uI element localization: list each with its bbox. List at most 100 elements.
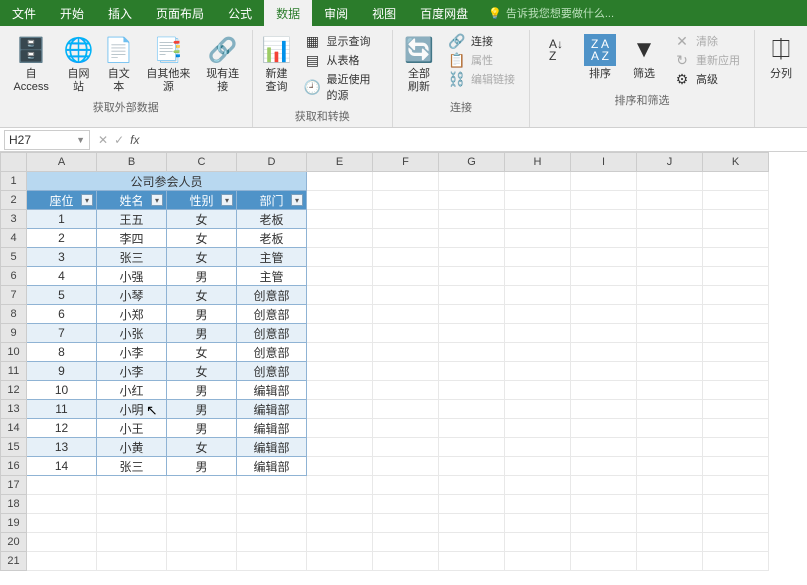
empty-cell[interactable] bbox=[307, 476, 373, 495]
connections-button[interactable]: 🔗 连接 bbox=[443, 32, 523, 50]
table-cell[interactable]: 女 bbox=[167, 438, 237, 457]
row-header-21[interactable]: 21 bbox=[1, 552, 27, 571]
table-cell[interactable]: 男 bbox=[167, 381, 237, 400]
table-cell[interactable]: 小明 bbox=[97, 400, 167, 419]
empty-cell[interactable] bbox=[505, 533, 571, 552]
row-header-7[interactable]: 7 bbox=[1, 286, 27, 305]
row-header-5[interactable]: 5 bbox=[1, 248, 27, 267]
from-web-button[interactable]: 🌐 自网站 bbox=[60, 32, 96, 95]
chevron-down-icon[interactable]: ▼ bbox=[76, 135, 85, 145]
name-box[interactable]: H27 ▼ bbox=[4, 130, 90, 150]
menu-review[interactable]: 审阅 bbox=[312, 0, 360, 26]
table-cell[interactable]: 小张 bbox=[97, 324, 167, 343]
table-cell[interactable]: 男 bbox=[167, 267, 237, 286]
sort-az-button[interactable]: A↓Z bbox=[536, 32, 576, 68]
from-other-button[interactable]: 📑 自其他来源 bbox=[141, 32, 196, 95]
col-header-C[interactable]: C bbox=[167, 153, 237, 172]
table-cell[interactable]: 9 bbox=[27, 362, 97, 381]
empty-cell[interactable] bbox=[637, 495, 703, 514]
table-cell[interactable]: 创意部 bbox=[237, 305, 307, 324]
select-all-corner[interactable] bbox=[1, 153, 27, 172]
empty-cell[interactable] bbox=[97, 552, 167, 571]
table-cell[interactable]: 创意部 bbox=[237, 324, 307, 343]
col-header-G[interactable]: G bbox=[439, 153, 505, 172]
empty-cell[interactable] bbox=[571, 552, 637, 571]
table-cell[interactable]: 创意部 bbox=[237, 362, 307, 381]
row-header-10[interactable]: 10 bbox=[1, 343, 27, 362]
table-cell[interactable]: 14 bbox=[27, 457, 97, 476]
table-cell[interactable]: 女 bbox=[167, 210, 237, 229]
col-header-D[interactable]: D bbox=[237, 153, 307, 172]
empty-cell[interactable] bbox=[373, 495, 439, 514]
table-cell[interactable]: 小王 bbox=[97, 419, 167, 438]
row-header-19[interactable]: 19 bbox=[1, 514, 27, 533]
table-cell[interactable]: 女 bbox=[167, 286, 237, 305]
table-cell[interactable]: 小红 bbox=[97, 381, 167, 400]
table-cell[interactable]: 8 bbox=[27, 343, 97, 362]
table-cell[interactable]: 6 bbox=[27, 305, 97, 324]
filter-arrow-icon[interactable]: ▾ bbox=[151, 194, 163, 206]
filter-arrow-icon[interactable]: ▾ bbox=[221, 194, 233, 206]
row-header-14[interactable]: 14 bbox=[1, 419, 27, 438]
spreadsheet-grid[interactable]: ABCDEFGHIJK1公司参会人员2座位▾姓名▾性别▾部门▾31王五女老板42… bbox=[0, 152, 807, 571]
empty-cell[interactable] bbox=[307, 533, 373, 552]
table-cell[interactable]: 13 bbox=[27, 438, 97, 457]
empty-cell[interactable] bbox=[27, 476, 97, 495]
menu-layout[interactable]: 页面布局 bbox=[144, 0, 216, 26]
menu-formulas[interactable]: 公式 bbox=[216, 0, 264, 26]
empty-cell[interactable] bbox=[505, 476, 571, 495]
empty-cell[interactable] bbox=[307, 514, 373, 533]
advanced-filter-button[interactable]: ⚙ 高级 bbox=[668, 70, 748, 88]
table-cell[interactable]: 编辑部 bbox=[237, 381, 307, 400]
table-cell[interactable]: 编辑部 bbox=[237, 400, 307, 419]
table-cell[interactable]: 女 bbox=[167, 248, 237, 267]
from-table-button[interactable]: ▤ 从表格 bbox=[299, 51, 387, 69]
empty-cell[interactable] bbox=[167, 552, 237, 571]
empty-cell[interactable] bbox=[167, 533, 237, 552]
row-header-16[interactable]: 16 bbox=[1, 457, 27, 476]
empty-cell[interactable] bbox=[439, 514, 505, 533]
formula-input[interactable] bbox=[147, 130, 807, 150]
empty-cell[interactable] bbox=[27, 495, 97, 514]
table-cell[interactable]: 7 bbox=[27, 324, 97, 343]
empty-cell[interactable] bbox=[97, 514, 167, 533]
empty-cell[interactable] bbox=[373, 476, 439, 495]
table-cell[interactable]: 小李 bbox=[97, 343, 167, 362]
empty-cell[interactable] bbox=[637, 476, 703, 495]
table-header-seat[interactable]: 座位▾ bbox=[27, 191, 97, 210]
enter-formula-button[interactable]: ✓ bbox=[114, 133, 124, 147]
empty-cell[interactable] bbox=[97, 533, 167, 552]
edit-links-button[interactable]: ⛓️ 编辑链接 bbox=[443, 70, 523, 88]
empty-cell[interactable] bbox=[703, 552, 769, 571]
menu-file[interactable]: 文件 bbox=[0, 0, 48, 26]
table-cell[interactable]: 男 bbox=[167, 457, 237, 476]
table-cell[interactable]: 张三 bbox=[97, 457, 167, 476]
filter-button[interactable]: ▼ 筛选 bbox=[624, 32, 664, 83]
menu-home[interactable]: 开始 bbox=[48, 0, 96, 26]
from-access-button[interactable]: 🗄️ 自 Access bbox=[6, 32, 56, 95]
row-header-9[interactable]: 9 bbox=[1, 324, 27, 343]
empty-cell[interactable] bbox=[237, 476, 307, 495]
from-text-button[interactable]: 📄 自文本 bbox=[101, 32, 137, 95]
filter-arrow-icon[interactable]: ▾ bbox=[81, 194, 93, 206]
reapply-button[interactable]: ↻ 重新应用 bbox=[668, 51, 748, 69]
empty-cell[interactable] bbox=[167, 495, 237, 514]
col-header-E[interactable]: E bbox=[307, 153, 373, 172]
table-cell[interactable]: 1 bbox=[27, 210, 97, 229]
table-cell[interactable]: 老板 bbox=[237, 229, 307, 248]
table-cell[interactable]: 女 bbox=[167, 343, 237, 362]
table-cell[interactable]: 11 bbox=[27, 400, 97, 419]
table-cell[interactable]: 小强 bbox=[97, 267, 167, 286]
existing-conn-button[interactable]: 🔗 现有连接 bbox=[200, 32, 246, 95]
table-cell[interactable]: 李四 bbox=[97, 229, 167, 248]
row-header-17[interactable]: 17 bbox=[1, 476, 27, 495]
filter-arrow-icon[interactable]: ▾ bbox=[291, 194, 303, 206]
row-header-20[interactable]: 20 bbox=[1, 533, 27, 552]
row-header-18[interactable]: 18 bbox=[1, 495, 27, 514]
empty-cell[interactable] bbox=[307, 495, 373, 514]
empty-cell[interactable] bbox=[505, 552, 571, 571]
row-header-1[interactable]: 1 bbox=[1, 172, 27, 191]
empty-cell[interactable] bbox=[505, 514, 571, 533]
col-header-A[interactable]: A bbox=[27, 153, 97, 172]
empty-cell[interactable] bbox=[703, 476, 769, 495]
